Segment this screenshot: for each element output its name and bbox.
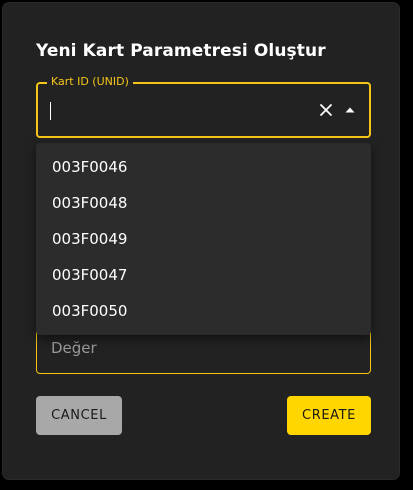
create-card-parameter-dialog: Yeni Kart Parametresi Oluştur Kart ID (U… bbox=[3, 3, 399, 479]
unid-field-label: Kart ID (UNID) bbox=[47, 75, 133, 89]
list-item[interactable]: 003F0049 bbox=[36, 221, 371, 257]
value-placeholder: Değer bbox=[51, 339, 97, 357]
list-item[interactable]: 003F0048 bbox=[36, 185, 371, 221]
list-item[interactable]: 003F0050 bbox=[36, 293, 371, 329]
close-icon[interactable] bbox=[317, 101, 335, 119]
unid-autocomplete-field[interactable]: Kart ID (UNID) bbox=[36, 75, 371, 138]
text-cursor bbox=[50, 102, 51, 120]
arrow-up-icon[interactable] bbox=[341, 101, 359, 119]
cancel-button[interactable]: CANCEL bbox=[36, 396, 122, 435]
dialog-title: Yeni Kart Parametresi Oluştur bbox=[36, 41, 326, 61]
create-button[interactable]: CREATE bbox=[287, 396, 371, 435]
unid-options-list: 003F0046 003F0048 003F0049 003F0047 003F… bbox=[36, 143, 371, 335]
list-item[interactable]: 003F0046 bbox=[36, 149, 371, 185]
list-item[interactable]: 003F0047 bbox=[36, 257, 371, 293]
